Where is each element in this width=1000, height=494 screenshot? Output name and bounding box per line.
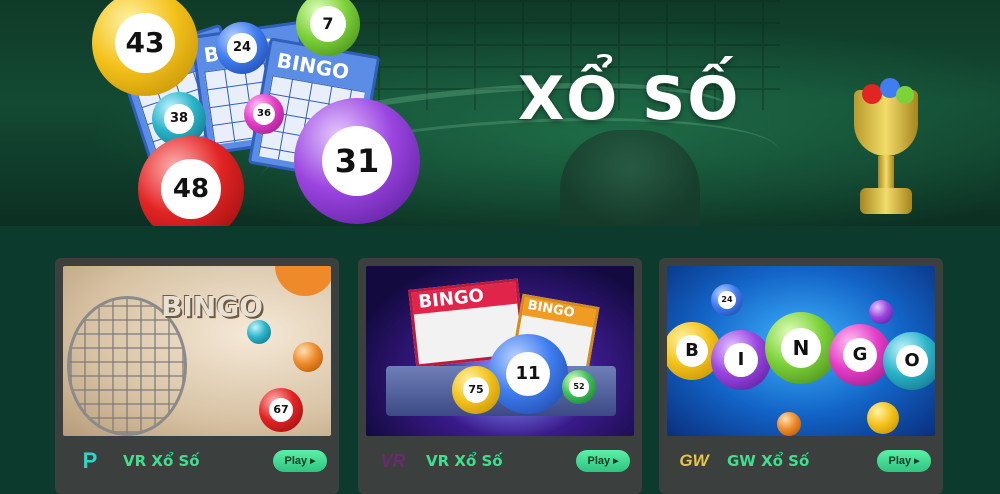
play-button[interactable]: Play ▶ [273,450,327,472]
card-footer: P VR Xổ Số Play ▶ [63,436,331,486]
game-card[interactable]: BINGO 67 P VR Xổ Số Play ▶ [55,258,339,494]
play-button[interactable]: Play ▶ [576,450,630,472]
provider-logo-icon: P [82,448,98,473]
card-footer: GW GW Xổ Số Play ▶ [667,436,935,486]
lottery-ball: 75 [452,366,500,414]
lottery-ball [867,402,899,434]
provider-logo-icon: GW [679,451,709,470]
lottery-ball: 36 [244,94,284,134]
statue-decoration [560,130,700,226]
lottery-ball-g: G [829,324,891,386]
lottery-ball: 52 [562,370,596,404]
game-thumbnail[interactable]: 24 B I N G O [667,266,935,436]
page-title: XỔ SỐ [518,64,741,134]
lottery-ball [275,266,331,296]
hero-banner: BINGO BINGO BINGO 43 24 7 38 36 31 [0,0,1000,226]
lottery-ball-i: I [711,330,771,390]
lottery-ball: 67 [259,388,303,432]
page: BINGO BINGO BINGO 43 24 7 38 36 31 [0,0,1000,494]
lottery-ball [869,300,893,324]
lottery-ball [293,342,323,372]
game-card[interactable]: 24 B I N G O GW GW Xổ Số Play ▶ [659,258,943,494]
lottery-ball: 24 [216,22,268,74]
play-arrow-icon: ▶ [613,458,619,465]
lottery-ball: 24 [711,284,743,316]
game-name: GW Xổ Số [727,452,810,470]
thumbnail-text: BINGO [161,290,263,323]
lottery-ball: 31 [294,98,420,224]
game-thumbnail[interactable]: BINGO BINGO 11 75 52 [366,266,634,436]
game-name: VR Xổ Số [426,452,503,470]
trophy-icon [848,78,924,222]
provider-logo-icon: VR [380,450,406,471]
game-card[interactable]: BINGO BINGO 11 75 52 VR VR Xổ Số Play ▶ [358,258,642,494]
lottery-ball [777,412,801,436]
card-footer: VR VR Xổ Số Play ▶ [366,436,634,486]
game-thumbnail[interactable]: BINGO 67 [63,266,331,436]
lottery-ball-o: O [883,332,935,390]
lottery-ball-n: N [765,312,837,384]
lottery-ball: 11 [488,334,568,414]
game-name: VR Xổ Số [123,452,200,470]
play-arrow-icon: ▶ [914,458,920,465]
play-arrow-icon: ▶ [310,458,316,465]
lottery-ball [247,320,271,344]
play-button[interactable]: Play ▶ [877,450,931,472]
game-cards: BINGO 67 P VR Xổ Số Play ▶ BINGO BINGO 1… [55,258,945,494]
